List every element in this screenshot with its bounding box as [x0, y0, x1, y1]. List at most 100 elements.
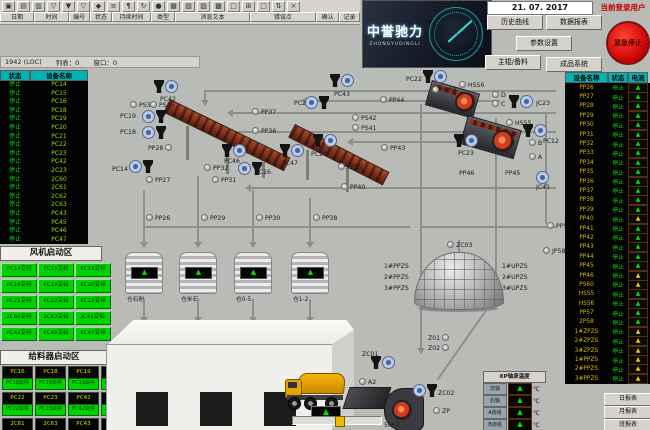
machine-PC22[interactable]: [423, 70, 447, 83]
equipment-name: PC18: [30, 107, 88, 116]
toolbar-icon[interactable]: ⇅: [272, 1, 285, 12]
equipment-status: 停止: [608, 337, 628, 346]
fan-start-button-PC16变频[interactable]: PC16变频: [75, 263, 111, 277]
toolbar-icon[interactable]: ▥: [32, 1, 45, 12]
conveyor-leg: [306, 150, 309, 180]
nav-button-历史曲线[interactable]: 历史曲线: [487, 15, 543, 30]
machine-PC12[interactable]: [523, 124, 547, 137]
diagram-label-JP58: JP58: [543, 247, 565, 255]
equipment-name: PP33: [565, 150, 608, 156]
fan-start-button-PC19变频[interactable]: PC19变频: [38, 279, 74, 293]
fan-start-button-PC45变频[interactable]: PC45变频: [38, 327, 74, 341]
toolbar-icon[interactable]: □: [257, 1, 270, 12]
silo-level-indicator: ▲: [185, 267, 212, 279]
report-button-班报表[interactable]: 班报表: [604, 419, 650, 430]
toolbar-icon[interactable]: ▧: [182, 1, 195, 12]
machine-PC46[interactable]: [222, 144, 246, 157]
nav-button-成品系统[interactable]: 成品系统: [546, 57, 602, 72]
feeder-start-button-PC23[interactable]: PC23启停: [35, 404, 66, 416]
machine-PC23[interactable]: [454, 134, 478, 147]
machine-ZC01[interactable]: [371, 356, 395, 369]
flow-line: [143, 226, 410, 228]
slider-thumb[interactable]: [335, 416, 345, 427]
machine-PC47[interactable]: [280, 144, 304, 157]
status-dot-icon: [447, 241, 454, 248]
equipment-row: PP35停止▲: [565, 168, 650, 177]
machine-JC41[interactable]: [536, 171, 549, 184]
status-dot-icon: [543, 247, 550, 254]
machine-ZC02[interactable]: [413, 384, 437, 397]
toolbar-icon[interactable]: ▩: [212, 1, 225, 12]
fan-start-button-PC23变频[interactable]: PC23变频: [75, 295, 111, 309]
report-button-月报表[interactable]: 月报表: [604, 406, 650, 419]
fan-start-button-2C63变频[interactable]: 2C63变频: [38, 311, 74, 325]
equipment-name: 2C62: [30, 193, 88, 202]
diagram-label-1#UPZS: 1#UPZS: [502, 264, 528, 270]
machine-PC20[interactable]: [313, 134, 337, 147]
machine-PC43[interactable]: [330, 74, 354, 87]
toolbar-icon[interactable]: ▽: [47, 1, 60, 12]
fan-start-button-PC20变频[interactable]: PC20变频: [75, 279, 111, 293]
fan-start-button-PC14变频[interactable]: PC14变频: [1, 263, 37, 277]
feeder-start-button-PC16[interactable]: PC16启停: [2, 378, 33, 390]
toolbar-icon[interactable]: ●: [152, 1, 165, 12]
nav-button-数据报表[interactable]: 数据报表: [546, 15, 602, 30]
diagram-label-B: B: [529, 139, 542, 147]
toolbar-icon[interactable]: ▣: [2, 1, 15, 12]
diagram-label-PP28: PP28: [148, 144, 172, 152]
silo-仓石粉: ▲: [125, 252, 163, 294]
equipment-name: PP34: [565, 160, 608, 166]
equipment-status: 停止: [0, 158, 30, 167]
fan-start-button-PC18变频[interactable]: PC18变频: [1, 279, 37, 293]
machine-PC42[interactable]: [154, 80, 178, 93]
flow-line: [309, 299, 311, 317]
equipment-status: 停止: [608, 252, 628, 261]
equipment-name: 2#PPZS: [565, 366, 608, 372]
toolbar-icon[interactable]: ▦: [167, 1, 180, 12]
level-arrow-icon: ▲: [323, 407, 329, 416]
fan-start-button-PC42变频[interactable]: PC42变频: [1, 327, 37, 341]
equipment-row: 停止PC20: [0, 124, 88, 133]
feeder-start-button-PC22[interactable]: PC22启停: [2, 404, 33, 416]
fan-start-button-PC15变频[interactable]: PC15变频: [38, 263, 74, 277]
nav-button-主辊/备料[interactable]: 主辊/备料: [485, 55, 541, 70]
toolbar-icon[interactable]: ▽: [77, 1, 90, 12]
fan-start-button-PC22变频[interactable]: PC22变频: [38, 295, 74, 309]
toolbar-icon[interactable]: ▼: [62, 1, 75, 12]
machine-PC18[interactable]: [142, 126, 166, 139]
feeder-name-cell: 2C63: [35, 418, 66, 430]
machine-JC23[interactable]: [509, 95, 533, 108]
toolbar-icon[interactable]: ≡: [107, 1, 120, 12]
fan-start-button-2C60变频[interactable]: 2C60变频: [1, 311, 37, 325]
toolbar-icon[interactable]: ×: [287, 1, 300, 12]
nav-button-参数设置[interactable]: 参数设置: [516, 36, 572, 51]
equipment-name: PC19: [30, 115, 88, 124]
fan-start-button-JC41变频[interactable]: JC41变频: [75, 311, 111, 325]
feeder-start-button-PC18[interactable]: PC18启停: [35, 378, 66, 390]
toolbar-icon[interactable]: ⊞: [242, 1, 255, 12]
toolbar-icon[interactable]: □: [227, 1, 240, 12]
machine-PC21[interactable]: [305, 96, 329, 109]
feeder-start-button-PC42[interactable]: PC42启停: [68, 404, 99, 416]
machine-PC16[interactable]: [238, 162, 262, 175]
diagram-label-PS35: PS35: [150, 101, 175, 109]
toolbar-icon[interactable]: ◆: [92, 1, 105, 12]
diagram-label-PP57: PP57: [547, 222, 571, 230]
equipment-row: 停止PC42: [0, 158, 88, 167]
machine-PC19[interactable]: [142, 110, 166, 123]
report-button-日报表[interactable]: 日报表: [604, 393, 650, 406]
toolbar-icon[interactable]: ¶: [122, 1, 135, 12]
emergency-stop-button[interactable]: 紧急停止: [606, 21, 650, 65]
silo-label: 仓石粉: [127, 294, 144, 303]
fan-icon: [291, 144, 304, 157]
toolbar-icon[interactable]: ▨: [197, 1, 210, 12]
fan-start-button-PC21变频[interactable]: PC21变频: [1, 295, 37, 309]
diagram-label-C: C: [492, 100, 505, 108]
machine-PC14[interactable]: [129, 160, 153, 173]
toolbar-icon[interactable]: ▤: [17, 1, 30, 12]
feeder-start-button-PC19[interactable]: PC19启停: [68, 378, 99, 390]
equipment-name: 2C60: [30, 176, 88, 185]
toolbar-icon[interactable]: ↻: [137, 1, 150, 12]
fan-start-button-PC47变频[interactable]: PC47变频: [75, 327, 111, 341]
flow-line: [420, 226, 556, 228]
